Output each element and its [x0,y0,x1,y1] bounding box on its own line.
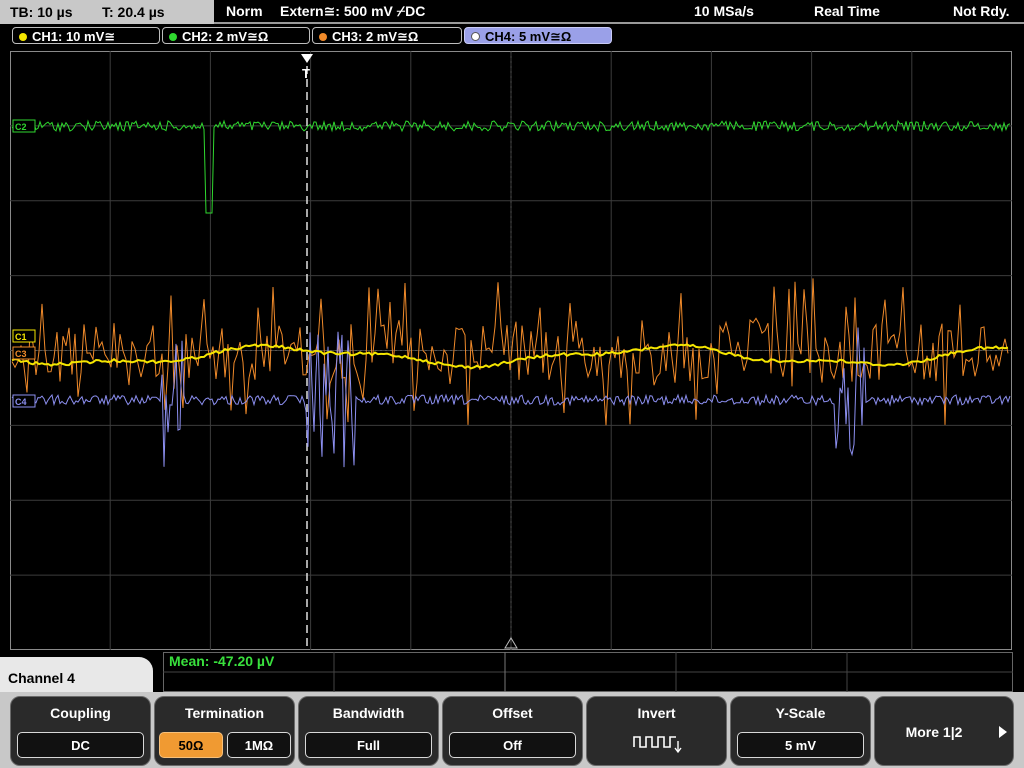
bandwidth-softkey[interactable]: Bandwidth Full [298,696,439,766]
measurement-grid [163,652,1013,692]
ch3-label: CH3: 2 mV≅Ω [332,29,419,44]
trigger-marker-label: T [302,66,310,81]
termination-softkey[interactable]: Termination 50Ω 1MΩ [154,696,295,766]
softkey-bar: Coupling DC Termination 50Ω 1MΩ Bandwidt… [0,692,1024,768]
ch2-label: CH2: 2 mV≅Ω [182,29,269,44]
trigger-marker[interactable]: T [301,54,313,81]
offset-softkey[interactable]: Offset Off [442,696,583,766]
active-channel-label: Channel 4 [0,657,153,697]
arrow-right-icon [999,726,1007,738]
bandwidth-value[interactable]: Full [305,732,432,758]
ch2-color-dot-icon [169,33,177,41]
ch2-marker[interactable]: C2 [12,119,36,133]
invert-softkey[interactable]: Invert [586,696,727,766]
timebase-box[interactable]: TB: 10 µs T: 20.4 µs [0,0,214,24]
y-scale-softkey[interactable]: Y-Scale 5 mV [730,696,871,766]
sample-rate: 10 MSa/s [694,3,754,19]
ch4-marker-text: C4 [15,397,27,407]
ch4-marker[interactable]: C4 [12,394,36,408]
more-softkey[interactable]: More 1|2 [874,696,1014,766]
trigger-source[interactable]: Extern≅: 500 mV ⌿DC [280,0,425,22]
trigger-time-readout: T: 20.4 µs [102,4,165,20]
waveform-display[interactable]: T C2 C1 C3 C4 [0,48,1024,656]
offset-value[interactable]: Off [449,732,576,758]
ch1-marker-text: C1 [15,332,27,342]
ch3-marker-text: C3 [15,349,27,359]
ch4-color-dot-icon [471,32,480,41]
trigger-mode[interactable]: Norm [226,0,263,22]
channel-tab-ch4[interactable]: CH4: 5 mV≅Ω [464,27,612,44]
measurement-panel: Mean: -47.20 µV [163,652,1013,692]
trigger-status: Not Rdy. [953,3,1010,19]
ch1-color-dot-icon [19,33,27,41]
more-label: More 1|2 [905,724,963,740]
channel-tab-ch1[interactable]: CH1: 10 mV≅ [12,27,160,44]
termination-title: Termination [184,705,265,721]
termination-1mohm-option[interactable]: 1MΩ [227,732,291,758]
timebase-readout: TB: 10 µs [10,4,73,20]
ch2-marker-text: C2 [15,122,27,132]
offset-title: Offset [492,705,533,721]
channel-tab-ch2[interactable]: CH2: 2 mV≅Ω [162,27,310,44]
y-scale-title: Y-Scale [775,705,826,721]
ch1-marker[interactable]: C1 [12,329,36,343]
status-bar: TB: 10 µs T: 20.4 µs Norm Extern≅: 500 m… [0,0,1024,24]
mean-measurement: Mean: -47.20 µV [169,653,275,669]
coupling-title: Coupling [50,705,111,721]
waveform-svg: T C2 C1 C3 C4 [10,51,1012,650]
termination-50ohm-option[interactable]: 50Ω [159,732,223,758]
bandwidth-title: Bandwidth [332,705,405,721]
ch4-label: CH4: 5 mV≅Ω [485,29,572,44]
coupling-softkey[interactable]: Coupling DC [10,696,151,766]
channel-bar: CH1: 10 mV≅ CH2: 2 mV≅Ω CH3: 2 mV≅Ω CH4:… [0,24,1024,48]
acquisition-mode: Real Time [814,3,880,19]
channel-tab-ch3[interactable]: CH3: 2 mV≅Ω [312,27,462,44]
ch1-label: CH1: 10 mV≅ [32,29,116,44]
trigger-arrow-icon [301,54,313,63]
ch3-color-dot-icon [319,33,327,41]
coupling-value[interactable]: DC [17,732,144,758]
y-scale-value[interactable]: 5 mV [737,732,864,758]
invert-title: Invert [637,705,676,721]
ch3-marker[interactable]: C3 [12,346,36,360]
graticule [10,51,1012,650]
invert-square-wave-icon [633,736,682,754]
